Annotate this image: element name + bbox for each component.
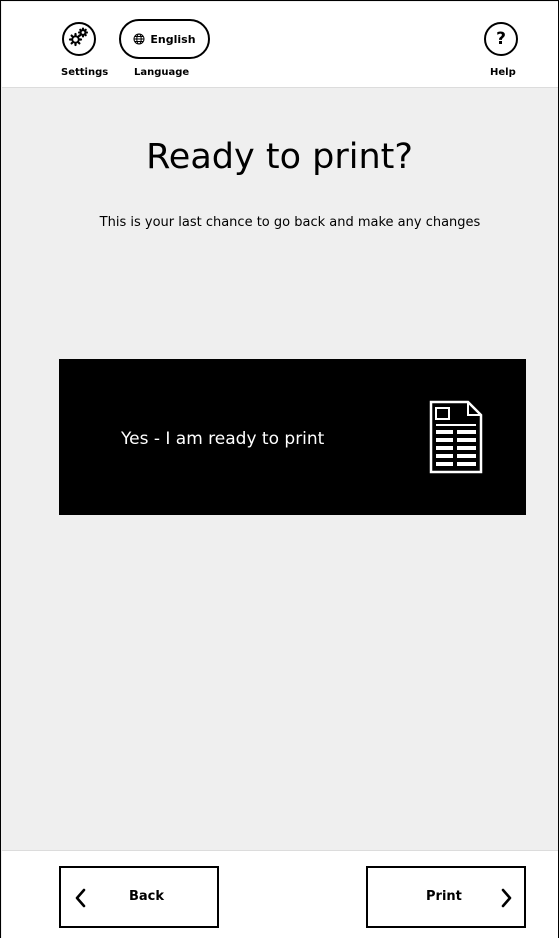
page-title: Ready to print? <box>146 137 413 177</box>
settings-button[interactable] <box>62 22 96 56</box>
chevron-left-icon <box>73 887 87 913</box>
print-button[interactable]: Print <box>366 866 526 928</box>
header-bar: Settings English Language ? Help <box>2 2 558 88</box>
app-frame: Settings English Language ? Help Ready t… <box>0 0 559 939</box>
footer-bar: Back Print <box>2 850 558 939</box>
ready-to-print-label: Yes - I am ready to print <box>121 429 325 449</box>
page-subtitle: This is your last chance to go back and … <box>99 215 481 230</box>
document-icon <box>428 399 484 479</box>
gears-icon <box>67 25 91 53</box>
ready-to-print-button[interactable]: Yes - I am ready to print <box>59 359 526 515</box>
language-value: English <box>150 32 196 46</box>
question-icon: ? <box>496 29 506 49</box>
chevron-right-icon <box>500 887 514 913</box>
back-button[interactable]: Back <box>59 866 219 928</box>
language-button[interactable]: English <box>119 19 210 59</box>
help-caption: Help <box>490 67 516 78</box>
back-label: Back <box>129 889 165 904</box>
globe-icon <box>133 30 145 49</box>
print-label: Print <box>426 889 462 904</box>
help-button[interactable]: ? <box>484 22 518 56</box>
language-caption: Language <box>134 67 190 78</box>
settings-caption: Settings <box>61 67 109 78</box>
